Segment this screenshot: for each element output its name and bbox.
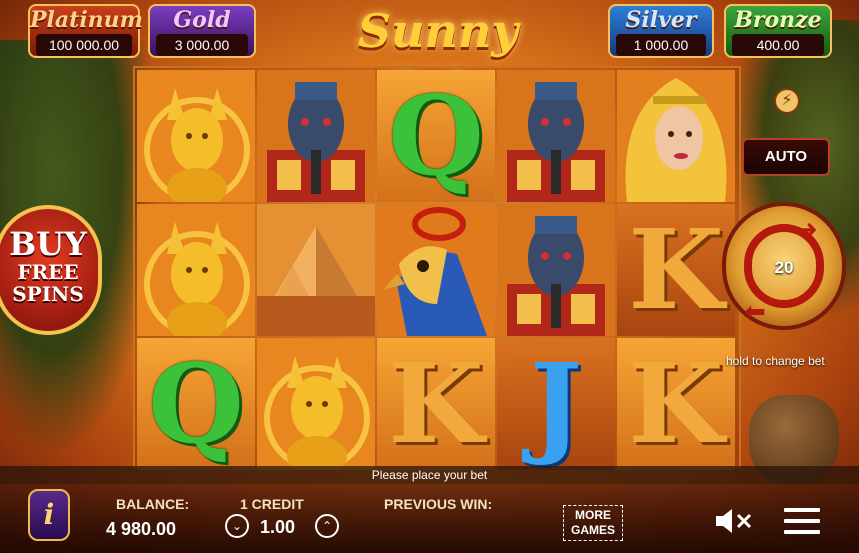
- chevron-down-icon: ⌄: [231, 519, 243, 533]
- status-message: Please place your bet: [0, 466, 859, 484]
- reel-symbol-pyramids: [257, 204, 375, 336]
- reel-grid: Q Q K J K K: [133, 66, 741, 470]
- game-logo: Sunny Coin: [357, 4, 519, 116]
- anubis-cat-icon: [137, 70, 255, 202]
- reel-symbol-letter: K: [617, 204, 735, 336]
- jackpot-value: 100 000.00: [36, 34, 132, 56]
- jackpot-bronze: Bronze 400.00: [724, 4, 832, 58]
- previous-win-label: PREVIOUS WIN:: [384, 496, 493, 512]
- jackpot-value: 3 000.00: [156, 34, 248, 56]
- more-games-line2: GAMES: [570, 523, 615, 537]
- jackpot-name: Gold: [173, 7, 231, 33]
- bet-decrease-button[interactable]: ⌄: [225, 514, 249, 538]
- reel-symbol-anubis-cat: [257, 338, 375, 470]
- reel-symbol-letter: Q: [137, 338, 255, 470]
- pharaoh-icon: [257, 70, 375, 202]
- free-label: FREE: [17, 260, 79, 284]
- spin-count: 20: [774, 258, 794, 277]
- jackpot-gold: Gold 3 000.00: [148, 4, 256, 58]
- menu-button[interactable]: [784, 508, 820, 536]
- hold-hint: hold to change bet: [726, 354, 825, 368]
- reel-letter-k: K: [388, 339, 484, 468]
- pharaoh-icon: [497, 70, 615, 202]
- reel-symbol-anubis-cat: [137, 70, 255, 202]
- reel-symbol-pharaoh: [497, 204, 615, 336]
- reel-symbol-pharaoh: [497, 70, 615, 202]
- jackpot-silver: Silver 1 000.00: [608, 4, 714, 58]
- speaker-muted-icon: [716, 509, 752, 533]
- jackpot-name: Bronze: [734, 7, 822, 33]
- jackpot-name: Silver: [625, 7, 697, 33]
- more-games-button[interactable]: MORE GAMES: [563, 505, 623, 541]
- buy-label: BUY: [9, 225, 87, 263]
- reel-symbol-letter: J: [497, 338, 615, 470]
- balance-value: 4 980.00: [106, 519, 177, 539]
- reel-symbol-pharaoh: [257, 70, 375, 202]
- reel-symbol-anubis-cat: [137, 204, 255, 336]
- lightning-icon[interactable]: ⚡: [774, 88, 800, 114]
- spins-label: SPINS: [12, 282, 84, 306]
- reel-symbol-queen: [617, 70, 735, 202]
- pharaoh-icon: [497, 204, 615, 336]
- sound-mute-button[interactable]: [714, 506, 756, 536]
- spin-button[interactable]: ➜ ⬅ 20: [722, 202, 846, 330]
- jackpot-value: 1 000.00: [616, 34, 706, 56]
- reel-letter-j: J: [529, 339, 583, 468]
- arrow-left-icon: ⬅: [744, 296, 766, 326]
- queen-icon: [617, 70, 735, 202]
- jackpot-name: Platinum: [30, 7, 143, 33]
- reel-symbol-letter: K: [617, 338, 735, 470]
- anubis-cat-icon: [137, 204, 255, 336]
- pyramids-icon: [257, 204, 375, 336]
- bet-value: 1.00: [260, 517, 296, 537]
- bet-label: 1 CREDIT: [240, 496, 304, 512]
- arrow-right-icon: ➜: [796, 214, 818, 244]
- reel-letter-q: Q: [388, 71, 484, 200]
- info-button[interactable]: i: [28, 489, 70, 541]
- jackpot-platinum: Platinum 100 000.00: [28, 4, 143, 58]
- anubis-cat-icon: [257, 338, 375, 470]
- more-games-line1: MORE: [575, 508, 611, 522]
- bet-increase-button[interactable]: ⌃: [315, 514, 339, 538]
- horus-icon: [377, 204, 495, 336]
- reel-symbol-horus: [377, 204, 495, 336]
- buy-free-spins-button[interactable]: BUY FREE SPINS: [0, 205, 102, 335]
- reel-symbol-letter: Q: [377, 70, 495, 202]
- chevron-up-icon: ⌃: [321, 519, 333, 533]
- auto-button[interactable]: AUTO: [742, 138, 830, 176]
- hamburger-icon: [784, 508, 820, 534]
- jackpot-value: 400.00: [732, 34, 824, 56]
- reel-symbol-letter: K: [377, 338, 495, 470]
- reel-letter-k: K: [628, 339, 724, 468]
- balance-label: BALANCE:: [116, 496, 190, 512]
- reel-letter-k: K: [628, 205, 724, 334]
- reel-letter-q: Q: [148, 339, 244, 468]
